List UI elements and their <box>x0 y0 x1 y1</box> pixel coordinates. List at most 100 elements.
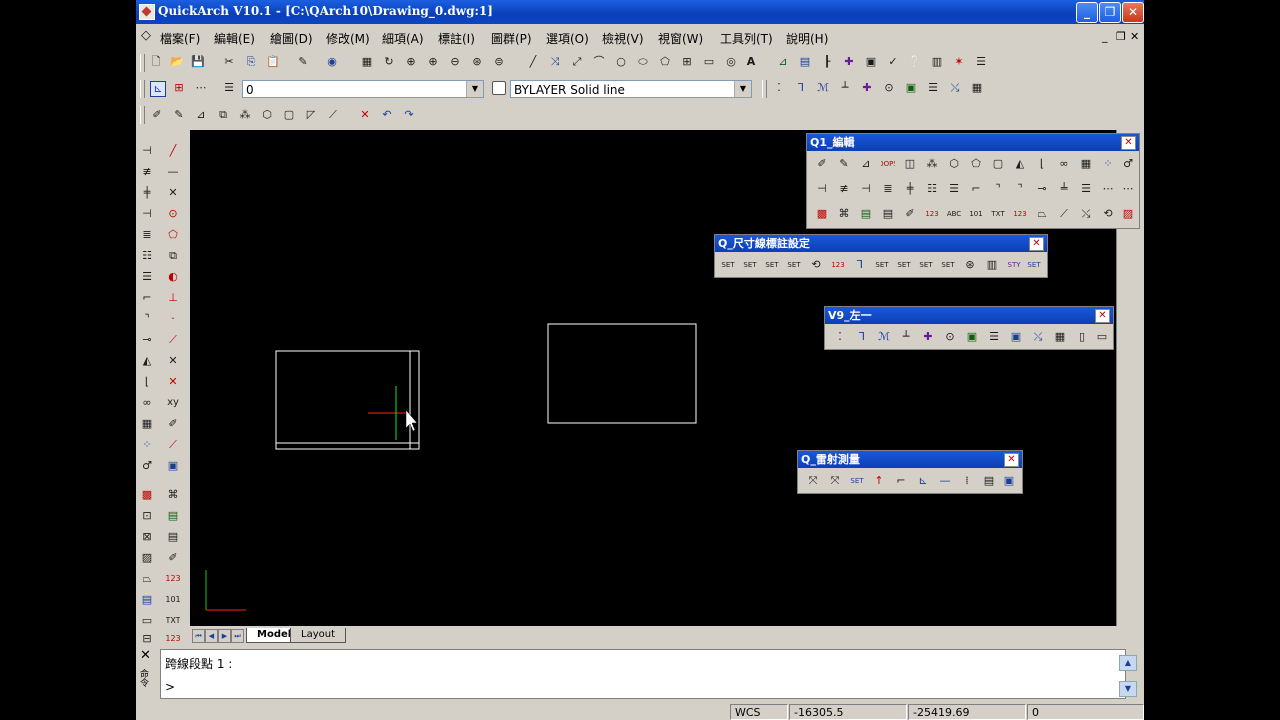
lt-5b-icon[interactable]: ⬠ <box>166 228 180 242</box>
toolbar-grip[interactable] <box>140 106 145 124</box>
pe-icon[interactable]: ⌝ <box>1013 182 1027 196</box>
palette-title[interactable]: Q_尺寸線標註設定 <box>715 235 1047 252</box>
lt-16b-icon[interactable]: ▣ <box>166 459 180 473</box>
pe-icon[interactable]: ⁂ <box>925 157 939 171</box>
v9-tool-4-icon[interactable]: ✚ <box>860 81 874 95</box>
menu-groups[interactable]: 圖群(P) <box>491 30 532 47</box>
pe-icon[interactable]: ⌘ <box>837 207 851 221</box>
pe-icon[interactable]: ╪ <box>903 182 917 196</box>
lt-15b-icon[interactable]: ⟋ <box>166 438 180 452</box>
pe-icon[interactable]: ⋯ <box>1121 182 1135 196</box>
v9-tool-3-icon[interactable]: ┴ <box>838 81 852 95</box>
new-file-icon[interactable]: 🗋 <box>149 55 163 69</box>
app-icon[interactable] <box>139 4 155 20</box>
tab-first-button[interactable]: ⏮ <box>192 629 205 643</box>
set-icon[interactable]: SET <box>919 258 933 272</box>
pe-icon[interactable]: 123 <box>925 207 939 221</box>
pv-icon[interactable]: ☰ <box>987 330 1001 344</box>
zoom-out-icon[interactable]: ⊖ <box>448 55 462 69</box>
lt-14a-icon[interactable]: ▦ <box>140 417 154 431</box>
polygon-icon[interactable]: ⬠ <box>658 55 672 69</box>
pd-icon[interactable]: 123 <box>831 258 845 272</box>
redo-icon[interactable]: ↷ <box>402 108 416 122</box>
pe-icon[interactable]: ⌝ <box>991 182 1005 196</box>
pe-icon[interactable]: ⊣ <box>859 182 873 196</box>
rectangle-icon[interactable]: ▭ <box>702 55 716 69</box>
close-icon[interactable]: ✕ <box>1029 237 1044 251</box>
pl-icon[interactable]: ⁞ <box>960 474 974 488</box>
pe-icon[interactable]: ⋯ <box>1101 182 1115 196</box>
menu-help[interactable]: 說明(H) <box>786 30 828 47</box>
tab-prev-button[interactable]: ◀ <box>205 629 218 643</box>
array-icon[interactable]: ⁂ <box>238 108 252 122</box>
set-icon[interactable]: SET <box>941 258 955 272</box>
pd-icon[interactable]: STY <box>1007 258 1021 272</box>
pe-icon[interactable]: ◭ <box>1013 157 1027 171</box>
pl-icon[interactable]: ⌐ <box>894 474 908 488</box>
palette-title[interactable]: V9_左一 <box>825 307 1113 324</box>
offset-icon[interactable]: ⧉ <box>216 108 230 122</box>
pe-icon[interactable]: ⁘ <box>1101 157 1115 171</box>
menu-view[interactable]: 檢視(V) <box>602 30 644 47</box>
pe-icon[interactable]: ⬠ <box>969 157 983 171</box>
pv-icon[interactable]: ⤯ <box>1031 330 1045 344</box>
lt-5a-icon[interactable]: ≣ <box>140 228 154 242</box>
snap-icon[interactable]: ⊞ <box>172 81 186 95</box>
pe-icon[interactable]: ▩ <box>815 207 829 221</box>
pe-icon[interactable]: ▢ <box>991 157 1005 171</box>
linetype-select[interactable]: BYLAYER Solid line ▼ <box>510 80 752 98</box>
pe-icon[interactable]: ⟲ <box>1101 207 1115 221</box>
lt-18a-icon[interactable]: ⊡ <box>140 509 154 523</box>
q-tool-9-icon[interactable]: ✶ <box>952 55 966 69</box>
lt-16a-icon[interactable]: ♂ <box>140 459 154 473</box>
pe-icon[interactable]: ⊣ <box>815 182 829 196</box>
mdi-minimize-button[interactable]: _ <box>1102 30 1108 43</box>
scale-icon[interactable]: ◸ <box>304 108 318 122</box>
lt-6b-icon[interactable]: ⧉ <box>166 249 180 263</box>
q-tool-7-icon[interactable]: ❔ <box>908 55 922 69</box>
pv-icon[interactable]: ℳ <box>877 330 891 344</box>
v9-tool-7-icon[interactable]: ☰ <box>926 81 940 95</box>
lt-15a-icon[interactable]: ⁘ <box>140 438 154 452</box>
q-tool-2-icon[interactable]: ▤ <box>798 55 812 69</box>
lt-10a-icon[interactable]: ⊸ <box>140 333 154 347</box>
tab-last-button[interactable]: ⏭ <box>231 629 244 643</box>
lt-19b-icon[interactable]: ▤ <box>166 530 180 544</box>
pe-icon[interactable]: ⊸ <box>1035 182 1049 196</box>
pl-icon[interactable]: ⊾ <box>916 474 930 488</box>
paste-icon[interactable]: 📋 <box>266 55 280 69</box>
menu-options[interactable]: 選項(O) <box>546 30 589 47</box>
lt-9a-icon[interactable]: ⌝ <box>140 312 154 326</box>
layers-icon[interactable]: ☰ <box>222 81 236 95</box>
v9-tool-5-icon[interactable]: ⊙ <box>882 81 896 95</box>
lt-13a-icon[interactable]: ∞ <box>140 396 154 410</box>
tab-layout[interactable]: Layout <box>290 628 346 643</box>
lt-14b-icon[interactable]: ✐ <box>166 417 180 431</box>
command-history[interactable]: 跨線段點 1 : > <box>160 649 1126 699</box>
lt-22b-icon[interactable]: 101 <box>166 593 180 607</box>
pd-icon[interactable]: ⊛ <box>963 258 977 272</box>
pe-icon[interactable]: ♂ <box>1121 157 1135 171</box>
lt-20b-icon[interactable]: ✐ <box>166 551 180 565</box>
redraw-icon[interactable]: ↻ <box>382 55 396 69</box>
lt-24b-icon[interactable]: 123 <box>166 632 180 646</box>
zoom-extents-icon[interactable]: ⊛ <box>470 55 484 69</box>
pv-icon[interactable]: ⊙ <box>943 330 957 344</box>
lt-17b-icon[interactable]: ⌘ <box>166 488 180 502</box>
q-tool-5-icon[interactable]: ▣ <box>864 55 878 69</box>
lt-21b-icon[interactable]: 123 <box>166 572 180 586</box>
layer-select[interactable]: 0 ▼ <box>242 80 484 98</box>
pe-icon[interactable]: ✐ <box>815 157 829 171</box>
pe-icon[interactable]: ☰ <box>1079 182 1093 196</box>
lt-11a-icon[interactable]: ◭ <box>140 354 154 368</box>
close-icon[interactable]: ✕ <box>1004 453 1019 467</box>
toolbar-grip[interactable] <box>140 54 145 72</box>
lt-1a-icon[interactable]: ⊣ <box>140 144 154 158</box>
pv-icon[interactable]: ⁚ <box>833 330 847 344</box>
pv-icon[interactable]: ┴ <box>899 330 913 344</box>
lt-7a-icon[interactable]: ☰ <box>140 270 154 284</box>
lt-13b-icon[interactable]: xy <box>166 396 180 410</box>
close-icon[interactable]: ✕ <box>1095 309 1110 323</box>
q-tool-8-icon[interactable]: ▥ <box>930 55 944 69</box>
match-properties-icon[interactable]: ✎ <box>296 55 310 69</box>
